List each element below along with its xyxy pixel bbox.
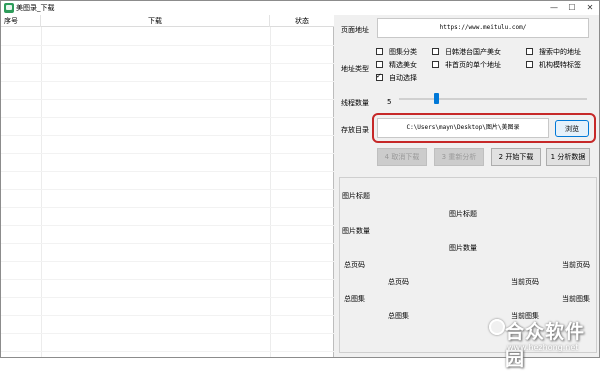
- row-divider: [1, 81, 334, 82]
- column-header-index[interactable]: 序号: [1, 15, 41, 27]
- current-page-value: 当前页码: [511, 278, 539, 286]
- row-divider: [1, 45, 334, 46]
- row-divider: [1, 297, 334, 298]
- checkbox-label: 搜索中的地址: [539, 48, 581, 56]
- reanalyze-button[interactable]: 3 重新分析: [434, 148, 484, 166]
- total-albums-label: 总图集: [344, 295, 365, 303]
- row-divider: [1, 243, 334, 244]
- watermark-logo-icon: [489, 319, 505, 335]
- window-title: 美图录_下载: [16, 4, 55, 12]
- cancel-download-button[interactable]: 4 取消下载: [377, 148, 427, 166]
- checkbox-featured[interactable]: [376, 61, 383, 68]
- address-type-label: 地址类型: [341, 65, 369, 73]
- row-divider: [1, 279, 334, 280]
- checkbox-label: 精选美女: [389, 61, 417, 69]
- checkbox-agency-tag[interactable]: [526, 61, 533, 68]
- watermark-url: www.hezhong.net: [507, 343, 579, 352]
- highlight-outline: [372, 113, 596, 143]
- checkbox-label: 图集分类: [389, 48, 417, 56]
- row-divider: [1, 333, 334, 334]
- row-divider: [1, 207, 334, 208]
- total-albums-value: 总图集: [388, 312, 409, 320]
- checkbox-asian-beauties[interactable]: [432, 48, 439, 55]
- threads-slider-thumb[interactable]: [434, 93, 439, 104]
- row-divider: [1, 153, 334, 154]
- column-header-status[interactable]: 状态: [270, 15, 334, 27]
- row-divider: [1, 315, 334, 316]
- row-divider: [1, 63, 334, 64]
- column-header-download[interactable]: 下载: [41, 15, 270, 27]
- current-album-label: 当前图集: [562, 295, 590, 303]
- row-divider: [1, 351, 334, 352]
- threads-slider-track[interactable]: [399, 98, 587, 100]
- row-divider: [1, 135, 334, 136]
- close-button[interactable]: ✕: [581, 1, 599, 15]
- save-dir-label: 存放目录: [341, 126, 369, 134]
- checkbox-label: 非首页的单个地址: [445, 61, 501, 69]
- table-header: 序号 下载 状态: [1, 15, 334, 27]
- threads-label: 线程数量: [341, 99, 369, 107]
- album-title-value: 图片标题: [449, 210, 477, 218]
- row-divider: [1, 171, 334, 172]
- total-pages-value: 总页码: [388, 278, 409, 286]
- checkbox-search-url[interactable]: [526, 48, 533, 55]
- album-title-label: 图片标题: [342, 192, 370, 200]
- row-divider: [1, 189, 334, 190]
- current-page-label: 当前页码: [562, 261, 590, 269]
- maximize-button[interactable]: ☐: [563, 1, 581, 15]
- total-pages-label: 总页码: [344, 261, 365, 269]
- start-download-button[interactable]: 2 开始下载: [491, 148, 541, 166]
- threads-value: 5: [387, 98, 392, 106]
- download-table[interactable]: 序号 下载 状态: [1, 15, 334, 357]
- row-divider: [1, 99, 334, 100]
- analyze-data-button[interactable]: 1 分析数据: [546, 148, 590, 166]
- checkbox-label: 日韩港台国产美女: [445, 48, 501, 56]
- checkbox-auto-select[interactable]: [376, 72, 383, 81]
- page-url-input[interactable]: https://www.meitulu.com/: [377, 18, 589, 38]
- column-divider: [41, 27, 42, 357]
- checkbox-album-category[interactable]: [376, 48, 383, 55]
- checkbox-label: 自动选择: [389, 74, 417, 82]
- row-divider: [1, 225, 334, 226]
- checkbox-label: 机构模特标签: [539, 61, 581, 69]
- column-divider: [270, 27, 271, 357]
- checkbox-single-url[interactable]: [432, 61, 439, 68]
- row-divider: [1, 261, 334, 262]
- image-count-label: 图片数量: [342, 227, 370, 235]
- title-bar: 美图录_下载 — ☐ ✕: [1, 1, 599, 15]
- app-icon: [4, 3, 14, 13]
- row-divider: [1, 117, 334, 118]
- page-url-label: 页面地址: [341, 26, 369, 34]
- image-count-value: 图片数量: [449, 244, 477, 252]
- app-window: 美图录_下载 — ☐ ✕ 序号 下载 状态 页面地址 https://www.m…: [0, 0, 600, 370]
- minimize-button[interactable]: —: [545, 1, 563, 15]
